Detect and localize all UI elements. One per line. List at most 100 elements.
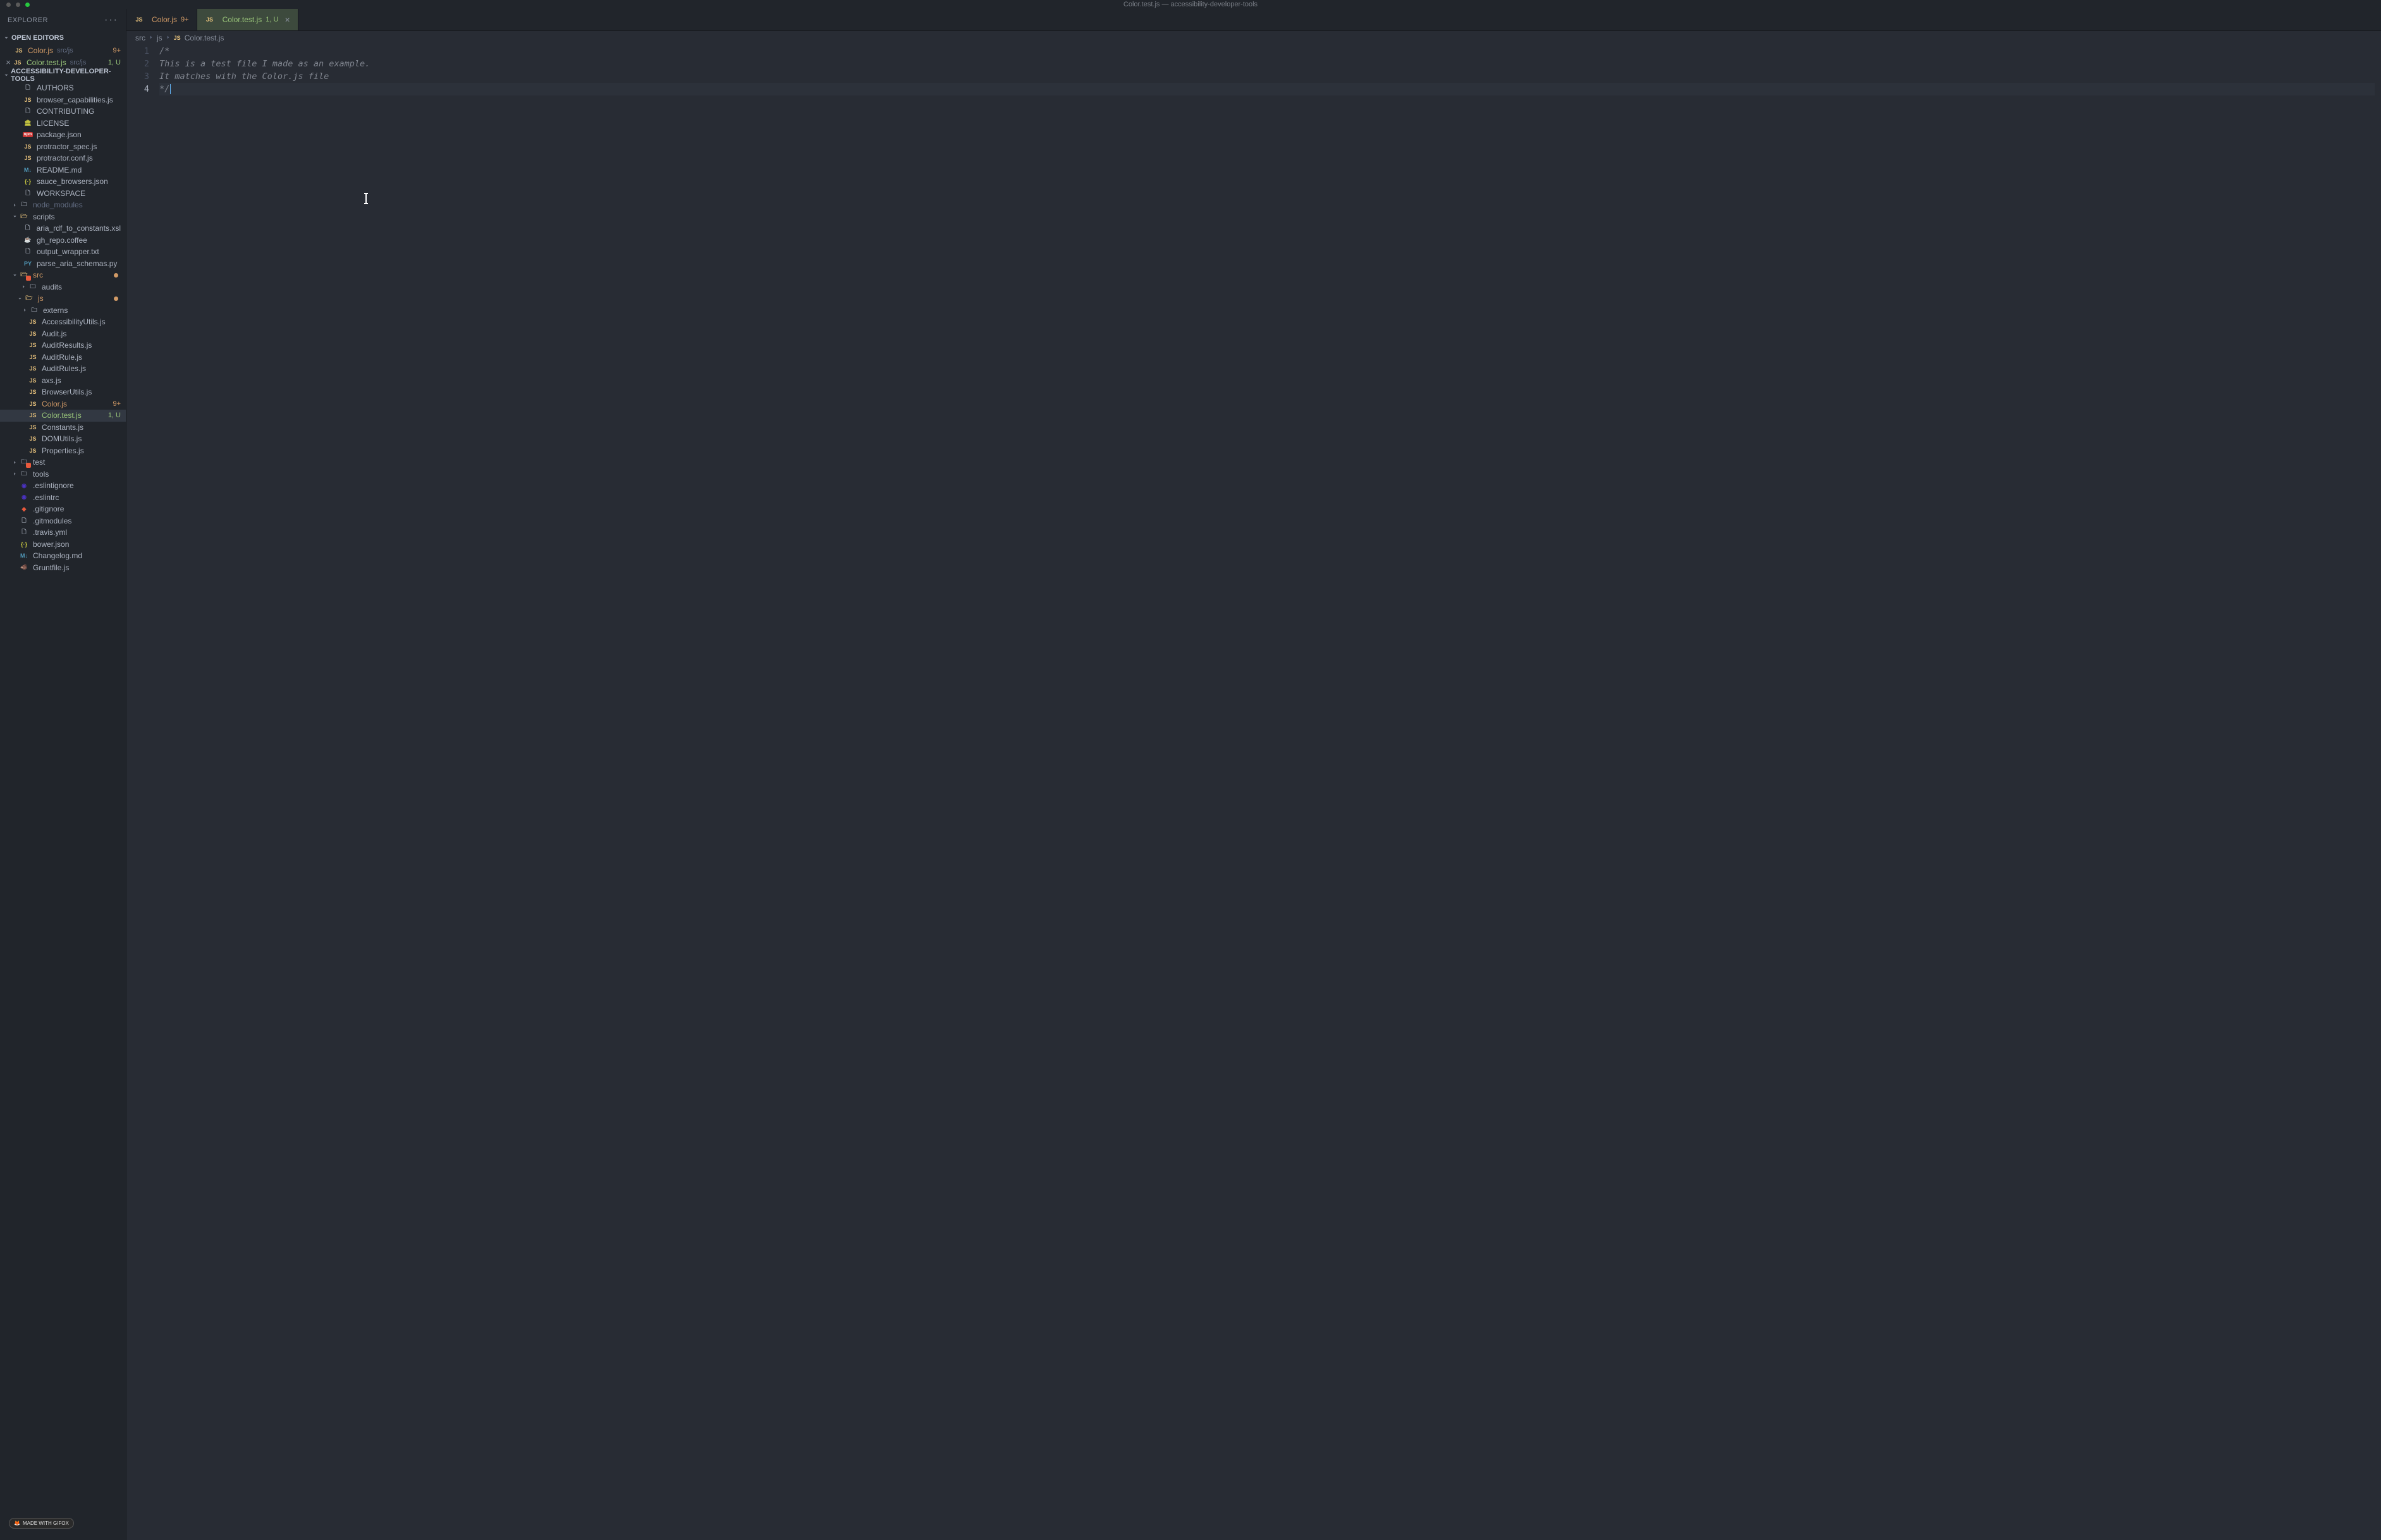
folder-item[interactable]: 🗁 src bbox=[0, 269, 126, 281]
js-icon: JS bbox=[28, 411, 38, 420]
line-number: 3 bbox=[126, 70, 149, 83]
file-item[interactable]: {·}bower.json bbox=[0, 539, 126, 551]
tab-color-js[interactable]: JS Color.js 9+ bbox=[126, 9, 197, 30]
js-icon: JS bbox=[13, 58, 23, 67]
folder-item[interactable]: 🗀 test bbox=[0, 456, 126, 468]
file-name: .eslintrc bbox=[33, 493, 59, 502]
open-editor-item[interactable]: × JS Color.test.js src/js 1, U bbox=[0, 57, 126, 69]
file-item[interactable]: JSBrowserUtils.js bbox=[0, 386, 126, 398]
js-icon: JS bbox=[28, 317, 38, 326]
file-item[interactable]: ☕gh_repo.coffee bbox=[0, 235, 126, 247]
folder-item[interactable]: 🗀 audits bbox=[0, 281, 126, 293]
folder-item[interactable]: 🗀 tools bbox=[0, 468, 126, 480]
file-item[interactable]: 🏛LICENSE bbox=[0, 118, 126, 130]
file-item[interactable]: JSConstants.js bbox=[0, 422, 126, 434]
file-item[interactable]: 🗋AUTHORS bbox=[0, 82, 126, 94]
file-item[interactable]: M↓README.md bbox=[0, 164, 126, 176]
breadcrumb-item[interactable]: Color.test.js bbox=[185, 34, 224, 42]
js-icon: JS bbox=[174, 34, 181, 42]
js-icon: JS bbox=[23, 95, 33, 104]
close-icon[interactable]: × bbox=[285, 15, 290, 25]
file-name: CONTRIBUTING bbox=[37, 107, 94, 116]
file-name: BrowserUtils.js bbox=[42, 388, 92, 396]
file-item[interactable]: JSColor.test.js1, U bbox=[0, 410, 126, 422]
open-editors-section[interactable]: OPEN EDITORS bbox=[0, 31, 126, 45]
project-section[interactable]: ACCESSIBILITY-DEVELOPER-TOOLS bbox=[0, 68, 126, 82]
line-number: 2 bbox=[126, 58, 149, 70]
file-item[interactable]: {·}sauce_browsers.json bbox=[0, 176, 126, 188]
file-item[interactable]: JSAccessibilityUtils.js bbox=[0, 316, 126, 328]
file-name: Gruntfile.js bbox=[33, 563, 69, 572]
file-name: aria_rdf_to_constants.xsl bbox=[37, 224, 121, 233]
file-name: Color.js bbox=[42, 400, 67, 408]
js-icon: JS bbox=[23, 154, 33, 162]
breadcrumb-item[interactable]: src bbox=[135, 34, 145, 42]
file-item[interactable]: 🗋aria_rdf_to_constants.xsl bbox=[0, 223, 126, 235]
file-item[interactable]: 🗋.gitmodules bbox=[0, 515, 126, 527]
file-item[interactable]: JSColor.js9+ bbox=[0, 398, 126, 410]
file-icon: 🗋 bbox=[23, 107, 33, 116]
file-item[interactable]: 🗋output_wrapper.txt bbox=[0, 246, 126, 258]
file-item[interactable]: JSaxs.js bbox=[0, 375, 126, 387]
more-actions-icon[interactable]: ··· bbox=[104, 15, 118, 26]
file-item[interactable]: npmpackage.json bbox=[0, 129, 126, 141]
folder-name: tools bbox=[33, 470, 49, 479]
code-text: /* bbox=[159, 46, 169, 56]
folder-item[interactable]: 🗁 scripts bbox=[0, 211, 126, 223]
file-item[interactable]: 🗋WORKSPACE bbox=[0, 188, 126, 200]
modified-badge: 9+ bbox=[113, 47, 121, 54]
folder-item[interactable]: 🗀 node_modules bbox=[0, 199, 126, 211]
file-item[interactable]: JSAuditResults.js bbox=[0, 339, 126, 351]
file-item[interactable]: PYparse_aria_schemas.py bbox=[0, 258, 126, 270]
file-name: gh_repo.coffee bbox=[37, 236, 87, 245]
editor-tabs: JS Color.js 9+ JS Color.test.js 1, U × bbox=[126, 9, 2381, 31]
file-name: DOMUtils.js bbox=[42, 434, 82, 443]
file-item[interactable]: 🗋 CONTRIBUTING bbox=[0, 106, 126, 118]
file-name: Audit.js bbox=[42, 329, 66, 338]
file-name: Constants.js bbox=[42, 423, 83, 432]
file-item[interactable]: 🐗 Gruntfile.js bbox=[0, 562, 126, 574]
file-item[interactable]: ◆.gitignore bbox=[0, 503, 126, 515]
gifox-icon: 🦊 bbox=[14, 1520, 20, 1526]
grunt-icon: 🐗 bbox=[19, 563, 29, 572]
eslint-icon: ◉ bbox=[19, 493, 29, 502]
file-item[interactable]: JS DOMUtils.js bbox=[0, 433, 126, 445]
breadcrumbs[interactable]: src js JS Color.test.js bbox=[126, 31, 2381, 45]
open-editor-item[interactable]: JS Color.js src/js 9+ bbox=[0, 45, 126, 57]
file-item[interactable]: JSAudit.js bbox=[0, 328, 126, 340]
file-name: parse_aria_schemas.py bbox=[37, 259, 117, 268]
file-item[interactable]: 🗋.travis.yml bbox=[0, 527, 126, 539]
file-name: output_wrapper.txt bbox=[37, 247, 99, 256]
file-item[interactable]: JSProperties.js bbox=[0, 445, 126, 457]
chevron-down-icon bbox=[3, 71, 9, 79]
chevron-right-icon bbox=[165, 34, 171, 42]
chevron-down-icon bbox=[3, 34, 10, 42]
open-editors-list: JS Color.js src/js 9+ × JS Color.test.js… bbox=[0, 45, 126, 68]
file-item[interactable]: M↓Changelog.md bbox=[0, 550, 126, 562]
tab-badge: 9+ bbox=[181, 16, 189, 23]
file-item[interactable]: JSAuditRules.js bbox=[0, 363, 126, 375]
mouse-text-cursor bbox=[365, 193, 367, 204]
file-item[interactable]: JSprotractor_spec.js bbox=[0, 141, 126, 153]
tab-label: Color.js bbox=[152, 15, 177, 24]
breadcrumb-item[interactable]: js bbox=[157, 34, 162, 42]
minimize-window-icon[interactable] bbox=[16, 3, 20, 7]
folder-open-icon: 🗁 bbox=[19, 212, 29, 221]
close-window-icon[interactable] bbox=[6, 3, 11, 7]
folder-item[interactable]: 🗀 externs bbox=[0, 305, 126, 317]
file-item[interactable]: ◉ .eslintrc bbox=[0, 492, 126, 504]
code-editor[interactable]: 1 2 3 4 /* This is a test file I made as… bbox=[126, 45, 2381, 1540]
file-item[interactable]: ◉.eslintignore bbox=[0, 480, 126, 492]
folder-item[interactable]: 🗁 js bbox=[0, 293, 126, 305]
js-icon: JS bbox=[28, 434, 38, 443]
window-controls[interactable] bbox=[0, 3, 30, 7]
close-icon[interactable]: × bbox=[4, 58, 13, 67]
folder-icon: 🗀 bbox=[19, 200, 29, 209]
maximize-window-icon[interactable] bbox=[25, 3, 30, 7]
code-content[interactable]: /* This is a test file I made as an exam… bbox=[159, 45, 2381, 1540]
tab-color-test-js[interactable]: JS Color.test.js 1, U × bbox=[197, 9, 298, 30]
file-item[interactable]: JSprotractor.conf.js bbox=[0, 152, 126, 164]
file-item[interactable]: JSbrowser_capabilities.js bbox=[0, 94, 126, 106]
file-item[interactable]: JSAuditRule.js bbox=[0, 351, 126, 364]
editor-group: JS Color.js 9+ JS Color.test.js 1, U × s… bbox=[126, 9, 2381, 1540]
